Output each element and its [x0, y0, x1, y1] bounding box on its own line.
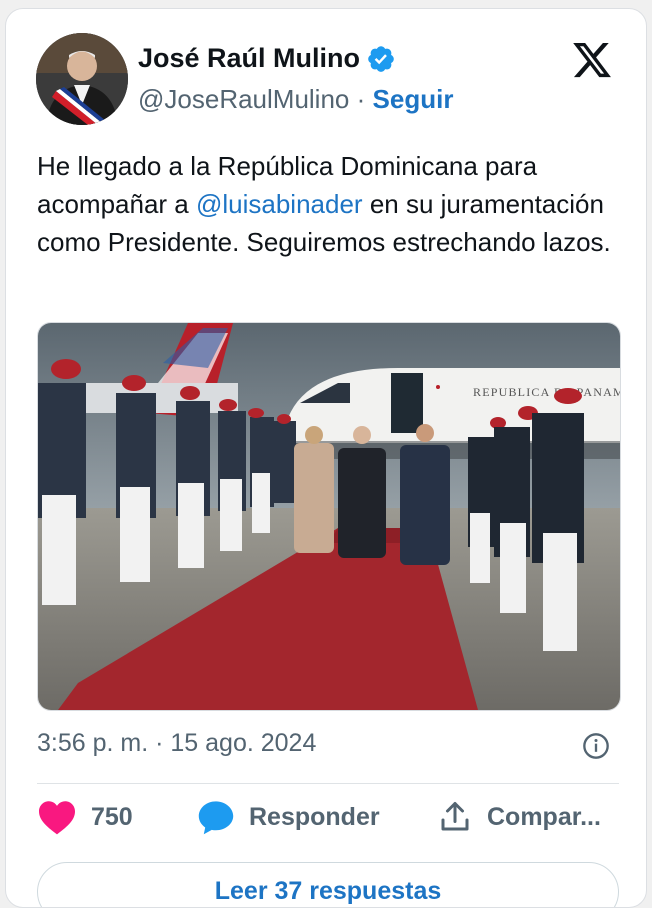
info-icon[interactable] — [582, 732, 610, 760]
divider — [37, 783, 619, 784]
x-logo-icon[interactable] — [571, 39, 613, 81]
share-button[interactable]: Compar... — [437, 799, 601, 835]
action-bar: 750 Responder Compar... — [37, 799, 619, 849]
reply-label: Responder — [249, 802, 380, 831]
author-name[interactable]: José Raúl Mulino — [138, 43, 396, 74]
mention-link[interactable]: @luisabinader — [196, 189, 363, 219]
like-button[interactable]: 750 — [37, 799, 133, 835]
handle-row: @JoseRaulMulino · Seguir — [138, 84, 453, 115]
author-name-text: José Raúl Mulino — [138, 43, 361, 73]
follow-button[interactable]: Seguir — [373, 84, 454, 114]
share-icon — [441, 802, 469, 831]
verified-badge-icon — [368, 45, 394, 72]
like-count: 750 — [91, 802, 133, 831]
reply-button[interactable]: Responder — [197, 799, 380, 835]
tweet-card: José Raúl Mulino @JoseRaulMulino · Segui… — [5, 8, 647, 908]
author-avatar[interactable] — [36, 33, 128, 125]
tweet-text: He llegado a la República Dominicana par… — [37, 147, 627, 261]
tweet-photo[interactable]: REPUBLICA DE PANAMA — [37, 322, 621, 711]
reply-bubble-icon — [198, 801, 234, 835]
tweet-timestamp[interactable]: 3:56 p. m. · 15 ago. 2024 — [37, 729, 316, 758]
read-replies-button[interactable]: Leer 37 respuestas — [37, 862, 619, 907]
share-label: Compar... — [487, 802, 601, 831]
plane-text: REPUBLICA DE PANAMA — [473, 385, 620, 399]
author-handle[interactable]: @JoseRaulMulino — [138, 84, 349, 114]
separator-dot: · — [356, 84, 366, 114]
heart-icon — [39, 801, 75, 835]
